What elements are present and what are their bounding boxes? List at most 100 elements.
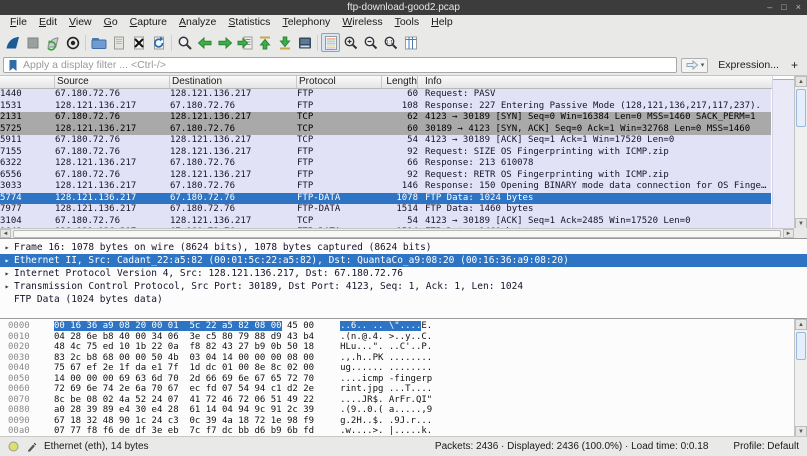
hex-row[interactable]: 002048 4c 75 ed 10 1b 22 0a f8 82 43 27 … [0, 342, 807, 353]
expand-arrow-icon[interactable]: ▸ [0, 280, 14, 293]
packet-row[interactable]: 3033128.121.136.21767.180.72.76FTP146Res… [0, 181, 771, 193]
scroll-up-icon[interactable]: ▲ [795, 319, 807, 330]
zoom-reset-icon[interactable]: 1:1 [381, 33, 400, 52]
display-filter-input[interactable]: Apply a display filter ... <Ctrl-/> [3, 57, 677, 73]
capture-comment-icon[interactable] [26, 441, 37, 452]
column-header-protocol[interactable]: Protocol [297, 76, 382, 88]
expand-arrow-icon[interactable]: ▸ [0, 254, 14, 267]
expression-button[interactable]: Expression... [712, 59, 785, 71]
go-last-packet-icon[interactable] [275, 33, 294, 52]
detail-row[interactable]: ▸Ethernet II, Src: Cadant_22:a5:82 (00:0… [0, 254, 807, 267]
reload-file-icon[interactable] [149, 33, 168, 52]
bytes-vscrollbar[interactable]: ▲ ▼ [794, 319, 807, 436]
packet-row[interactable]: 310467.180.72.76128.121.136.217TCP544123… [0, 216, 771, 228]
packet-row[interactable]: 5774128.121.136.21767.180.72.76FTP-DATA1… [0, 193, 771, 205]
expand-arrow-icon[interactable]: ▸ [0, 267, 14, 280]
column-header-no[interactable] [0, 76, 55, 88]
minimize-button[interactable]: – [767, 0, 772, 15]
close-button[interactable]: × [796, 0, 801, 15]
menu-telephony[interactable]: Telephony [276, 15, 336, 30]
auto-scroll-icon[interactable] [295, 33, 314, 52]
scrollbar-thumb[interactable] [796, 332, 806, 360]
packet-row[interactable]: 715567.180.72.76128.121.136.217FTP92Requ… [0, 147, 771, 159]
packet-row[interactable]: 144067.180.72.76128.121.136.217FTP60Requ… [0, 89, 771, 101]
titlebar: ftp-download-good2.pcap – □ × [0, 0, 807, 15]
capture-options-icon[interactable] [63, 33, 82, 52]
hex-row[interactable]: 001004 28 6e b8 40 00 34 06 3e c5 80 79 … [0, 332, 807, 343]
hex-row[interactable]: 004075 67 ef 2e 1f da e1 7f 1d dc 01 00 … [0, 363, 807, 374]
hex-row[interactable]: 006072 69 6e 74 2e 6a 70 67 ec fd 07 54 … [0, 384, 807, 395]
packet-row[interactable]: 6322128.121.136.21767.180.72.76FTP66Resp… [0, 158, 771, 170]
find-packet-icon[interactable] [175, 33, 194, 52]
status-profile[interactable]: Profile: Default [733, 441, 799, 452]
packet-row[interactable]: 655667.180.72.76128.121.136.217FTP92Requ… [0, 170, 771, 182]
start-capture-icon[interactable] [3, 33, 22, 52]
scroll-up-icon[interactable]: ▲ [795, 76, 807, 87]
open-file-icon[interactable] [89, 33, 108, 52]
hex-row[interactable]: 000000 16 36 a9 08 20 00 01 5c 22 a5 82 … [0, 321, 807, 332]
menu-help[interactable]: Help [425, 15, 459, 30]
packet-no: 1440 [0, 89, 55, 101]
menu-edit[interactable]: Edit [33, 15, 63, 30]
packet-row[interactable]: 213167.180.72.76128.121.136.217TCP624123… [0, 112, 771, 124]
packet-protocol: FTP [297, 170, 382, 182]
menu-wireless[interactable]: Wireless [336, 15, 388, 30]
detail-row[interactable]: ▸Frame 16: 1078 bytes on wire (8624 bits… [0, 241, 807, 254]
packet-destination: 128.121.136.217 [170, 147, 297, 159]
scroll-down-icon[interactable]: ▼ [795, 426, 807, 436]
packet-destination: 67.180.72.76 [170, 181, 297, 193]
menu-tools[interactable]: Tools [389, 15, 426, 30]
main-toolbar: 1:1 [0, 30, 807, 55]
hex-row[interactable]: 003083 2c b8 68 00 00 50 4b 03 04 14 00 … [0, 353, 807, 364]
menu-view[interactable]: View [63, 15, 98, 30]
go-first-packet-icon[interactable] [255, 33, 274, 52]
go-forward-icon[interactable] [215, 33, 234, 52]
column-header-length[interactable]: Length [382, 76, 418, 88]
close-file-icon[interactable] [129, 33, 148, 52]
detail-row[interactable]: ▸Transmission Control Protocol, Src Port… [0, 280, 807, 293]
scroll-right-icon[interactable]: ► [783, 229, 794, 238]
add-filter-button[interactable]: + [789, 58, 804, 72]
detail-row[interactable]: FTP Data (1024 bytes data) [0, 293, 807, 306]
column-header-info[interactable]: Info [418, 76, 794, 88]
colorize-packets-icon[interactable] [321, 33, 340, 52]
restart-capture-icon[interactable] [43, 33, 62, 52]
apply-filter-button[interactable]: ▾ [681, 58, 709, 73]
go-back-icon[interactable] [195, 33, 214, 52]
window-controls: – □ × [767, 0, 801, 15]
detail-row[interactable]: ▸Internet Protocol Version 4, Src: 128.1… [0, 267, 807, 280]
zoom-out-icon[interactable] [361, 33, 380, 52]
hex-row[interactable]: 005014 00 00 00 69 63 6d 70 2d 66 69 6e … [0, 374, 807, 385]
menu-analyze[interactable]: Analyze [173, 15, 222, 30]
menu-capture[interactable]: Capture [124, 15, 173, 30]
go-to-packet-icon[interactable] [235, 33, 254, 52]
hex-row[interactable]: 00a007 77 f8 f6 de df 3e eb 7c f7 dc bb … [0, 426, 807, 436]
packet-list-vscrollbar[interactable]: ▲ ▼ [794, 76, 807, 229]
menu-go[interactable]: Go [98, 15, 124, 30]
scrollbar-thumb[interactable] [13, 230, 781, 238]
packet-row[interactable]: 5725128.121.136.21767.180.72.76TCP603018… [0, 124, 771, 136]
scrollbar-thumb[interactable] [796, 89, 806, 127]
packet-list-hscrollbar[interactable]: ◄ ► [0, 228, 794, 238]
hex-row[interactable]: 0080a0 28 39 89 e4 30 e4 28 61 14 04 94 … [0, 405, 807, 416]
resize-columns-icon[interactable] [401, 33, 420, 52]
scroll-left-icon[interactable]: ◄ [0, 229, 11, 238]
save-file-icon[interactable] [109, 33, 128, 52]
menu-statistics[interactable]: Statistics [222, 15, 276, 30]
packet-row[interactable]: 7977128.121.136.21767.180.72.76FTP-DATA1… [0, 204, 771, 216]
column-header-source[interactable]: Source [55, 76, 170, 88]
stop-capture-icon[interactable] [23, 33, 42, 52]
bookmark-icon[interactable] [8, 59, 18, 72]
hex-row[interactable]: 00708c be 08 02 4a 52 24 07 41 72 46 72 … [0, 395, 807, 406]
zoom-in-icon[interactable] [341, 33, 360, 52]
column-header-destination[interactable]: Destination [170, 76, 297, 88]
expert-info-icon[interactable] [8, 441, 19, 452]
expand-arrow-icon[interactable]: ▸ [0, 241, 14, 254]
packet-length: 92 [382, 170, 418, 182]
hex-row[interactable]: 009067 18 32 48 90 1c 24 c3 0c 39 4a 18 … [0, 416, 807, 427]
maximize-button[interactable]: □ [781, 0, 786, 15]
menu-file[interactable]: File [4, 15, 33, 30]
packet-row[interactable]: 1531128.121.136.21767.180.72.76FTP108Res… [0, 101, 771, 113]
packet-row[interactable]: 591167.180.72.76128.121.136.217TCP544123… [0, 135, 771, 147]
packet-length: 1078 [382, 193, 418, 205]
